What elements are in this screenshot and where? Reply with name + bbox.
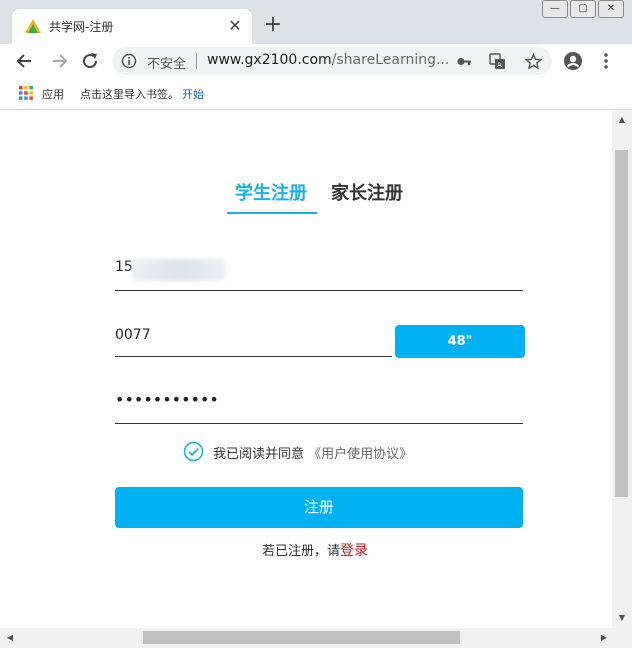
star-icon[interactable] [525,53,542,70]
scroll-left-icon[interactable]: ◀ [2,628,18,648]
back-arrow-icon[interactable] [15,51,35,71]
tab-title: 共学网-注册 [49,20,114,34]
browser-toolbar: 不安全 www.gx2100.com/shareLearning... A [0,44,632,78]
vertical-scroll-thumb[interactable] [615,150,628,497]
start-link[interactable]: 开始 [182,86,204,102]
forward-arrow-icon[interactable] [49,51,69,71]
import-bookmarks-hint: 点击这里导入书签。 [80,88,179,101]
agreement-text: 我已阅读并同意 《用户使用协议》 [213,443,412,462]
url-path: /shareLearning... [331,52,450,68]
reload-icon[interactable] [80,51,100,71]
resend-code-button[interactable]: 48" [395,325,525,358]
close-window-button[interactable]: ✕ [598,0,624,18]
registration-tabs: 学生注册 家长注册 [0,110,612,220]
login-link[interactable]: 登录 [340,543,368,559]
tab-parent-register[interactable]: 家长注册 [331,179,403,205]
agreement-label: 我已阅读并同意 [213,447,305,462]
address-bar[interactable]: 不安全 www.gx2100.com/shareLearning... A [112,47,552,75]
insecure-label: 不安全 [147,57,187,72]
maximize-button[interactable]: ▢ [570,0,596,18]
tab-student-register[interactable]: 学生注册 [235,179,307,205]
menu-icon[interactable] [598,51,614,71]
register-button[interactable]: 注册 [115,487,523,528]
verification-code-field[interactable] [115,324,392,357]
scroll-right-icon[interactable]: ▶ [596,628,612,648]
horizontal-scroll-thumb[interactable] [143,631,460,644]
minimize-button[interactable]: — [542,0,568,18]
profile-icon[interactable] [563,51,583,71]
url-host: www.gx2100.com [207,52,332,68]
apps-icon[interactable] [19,86,33,100]
browser-tab[interactable]: 共学网-注册 ✕ [12,9,252,44]
check-circle-icon[interactable] [183,441,204,462]
login-prompt: 若已注册，请 [262,544,341,559]
page-viewport: 学生注册 家长注册 48" 我已阅读并同意 《用户使用协议》 注册 若已注册，请… [0,110,612,628]
key-icon[interactable] [456,53,473,70]
redacted-phone-digits [132,259,226,281]
horizontal-scrollbar[interactable]: ◀ ▶ [0,628,632,648]
address-separator [196,53,197,69]
new-tab-button[interactable]: + [262,14,284,36]
login-prompt-row: 若已注册，请登录 [262,540,368,560]
svg-text:A: A [497,61,502,69]
scroll-down-icon[interactable]: ▼ [612,610,632,626]
vertical-scrollbar[interactable]: ▲ ▼ [612,110,632,628]
favicon-icon [25,19,41,33]
translate-icon[interactable]: A [489,53,506,70]
bookmarks-bar: 应用 点击这里导入书签。 开始 [0,78,632,110]
active-tab-underline [227,212,317,214]
title-bar: 共学网-注册 ✕ + — ▢ ✕ [0,0,632,44]
url-text[interactable]: www.gx2100.com/shareLearning... [207,52,449,68]
password-input[interactable] [115,390,523,409]
user-agreement-link[interactable]: 《用户使用协议》 [308,447,412,462]
tab-close-icon[interactable]: ✕ [225,16,245,36]
scroll-up-icon[interactable]: ▲ [612,112,632,128]
window-controls: — ▢ ✕ [542,0,624,20]
password-field[interactable] [115,390,523,424]
verification-code-input[interactable] [115,327,392,343]
info-icon[interactable] [121,53,137,69]
apps-label[interactable]: 应用 [42,86,64,102]
